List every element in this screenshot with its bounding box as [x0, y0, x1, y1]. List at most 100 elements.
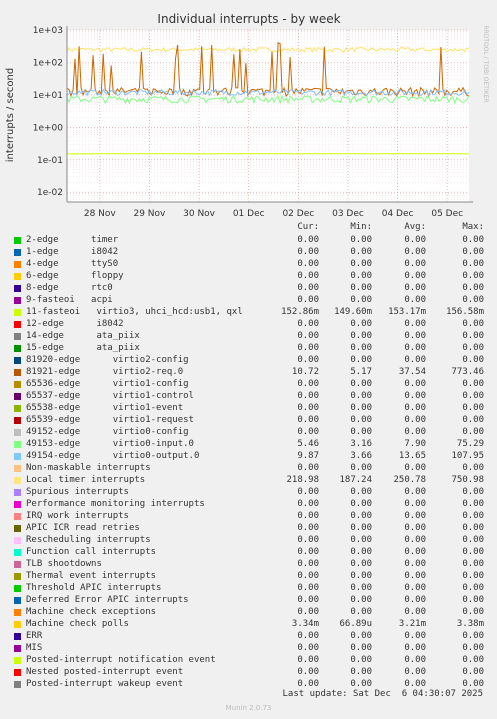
x-tick-label: 01 Dec: [233, 209, 265, 219]
legend-value: 0.00: [350, 547, 372, 557]
legend-value: 0.00: [404, 499, 426, 509]
legend-value: 0.00: [462, 319, 484, 329]
legend-value: 0.00: [404, 259, 426, 269]
legend-swatch: [14, 573, 21, 580]
legend-value: 0.00: [404, 295, 426, 305]
legend-value: 5.46: [297, 439, 319, 449]
legend-value: 0.00: [350, 259, 372, 269]
legend-value: 0.00: [350, 655, 372, 665]
legend-value: 0.00: [462, 583, 484, 593]
legend-value: 0.00: [297, 571, 319, 581]
legend-row: Machine check exceptions 0.00 0.00 0.00 0.00: [0, 607, 497, 619]
legend-value: 0.00: [404, 271, 426, 281]
legend-value: 0.00: [297, 379, 319, 389]
legend-value: 0.00: [462, 391, 484, 401]
legend-label: 81921-edge virtio2-req.0: [26, 367, 184, 377]
legend-row: 65536-edge virtio1-config 0.00 0.00 0.00 0.0…: [0, 379, 497, 391]
legend-value: 66.89u: [339, 619, 372, 629]
legend-label: Function call interrupts: [26, 547, 157, 557]
legend-value: 0.00: [404, 487, 426, 497]
legend-value: 0.00: [297, 331, 319, 341]
legend-swatch: [14, 237, 21, 244]
legend-value: 0.00: [297, 295, 319, 305]
legend-value: 0.00: [350, 427, 372, 437]
legend-row: Rescheduling interrupts 0.00 0.00 0.00 0.00: [0, 535, 497, 547]
legend-value: 7.90: [404, 439, 426, 449]
legend-value: 0.00: [350, 559, 372, 569]
legend-value: 0.00: [404, 463, 426, 473]
legend-value: 0.00: [350, 235, 372, 245]
legend-value: 0.00: [404, 355, 426, 365]
legend-label: 65539-edge virtio1-request: [26, 415, 194, 425]
legend-row: 15-edge ata_piix 0.00 0.00 0.00 0.00: [0, 343, 497, 355]
legend-swatch: [14, 285, 21, 292]
legend-value: 218.98: [286, 475, 319, 485]
legend-swatch: [14, 273, 21, 280]
legend-label: 1-edge i8042: [26, 247, 119, 257]
legend-value: 0.00: [462, 415, 484, 425]
legend-value: 0.00: [297, 499, 319, 509]
legend-value: 0.00: [462, 343, 484, 353]
legend-value: 0.00: [297, 271, 319, 281]
legend-swatch: [14, 441, 21, 448]
legend-value: 0.00: [404, 283, 426, 293]
legend-value: 0.00: [462, 403, 484, 413]
legend-label: 49152-edge virtio0-config: [26, 427, 189, 437]
legend-label: MIS: [26, 643, 43, 653]
legend-swatch: [14, 501, 21, 508]
plot-area: [67, 30, 469, 202]
legend-value: 0.00: [462, 379, 484, 389]
legend-value: 0.00: [350, 511, 372, 521]
legend-label: ERR: [26, 631, 43, 641]
legend-label: 8-edge rtc0: [26, 283, 113, 293]
legend-value: 0.00: [404, 571, 426, 581]
legend-value: 0.00: [350, 523, 372, 533]
legend-value: 0.00: [350, 331, 372, 341]
legend-swatch: [14, 309, 21, 316]
legend-value: 0.00: [404, 343, 426, 353]
x-tick-label: 28 Nov: [84, 209, 117, 219]
legend-label: APIC ICR read retries: [26, 523, 140, 533]
legend-swatch: [14, 609, 21, 616]
legend-value: 0.00: [462, 499, 484, 509]
legend-swatch: [14, 249, 21, 256]
x-tick-label: 02 Dec: [282, 209, 314, 219]
legend-row: ERR 0.00 0.00 0.00 0.00: [0, 631, 497, 643]
legend-row: 1-edge i8042 0.00 0.00 0.00 0.00: [0, 247, 497, 259]
x-tick-label: 30 Nov: [183, 209, 216, 219]
legend-row: TLB shootdowns 0.00 0.00 0.00 0.00: [0, 559, 497, 571]
legend-value: 0.00: [462, 631, 484, 641]
legend-value: 0.00: [404, 655, 426, 665]
legend-value: 0.00: [297, 463, 319, 473]
legend-row: Deferred Error APIC interrupts 0.00 0.00 0.…: [0, 595, 497, 607]
legend-value: 0.00: [404, 415, 426, 425]
legend-swatch: [14, 453, 21, 460]
legend-value: 9.87: [297, 451, 319, 461]
legend-value: 0.00: [404, 247, 426, 257]
legend-value: 0.00: [462, 655, 484, 665]
legend-value: 0.00: [297, 607, 319, 617]
y-axis-label: interrupts / second: [5, 68, 16, 162]
legend-value: 773.46: [451, 367, 484, 377]
legend-value: 0.00: [350, 607, 372, 617]
legend-value: 0.00: [462, 523, 484, 533]
legend-row: 65538-edge virtio1-event 0.00 0.00 0.00 0.00: [0, 403, 497, 415]
legend-value: 0.00: [297, 487, 319, 497]
legend-row: Posted-interrupt notification event 0.00 0…: [0, 655, 497, 667]
legend-label: Thermal event interrupts: [26, 571, 157, 581]
legend-value: 0.00: [462, 643, 484, 653]
legend-label: Machine check exceptions: [26, 607, 157, 617]
legend-label: Spurious interrupts: [26, 487, 129, 497]
legend-label: 6-edge floppy: [26, 271, 124, 281]
legend-swatch: [14, 345, 21, 352]
legend-value: 5.17: [350, 367, 372, 377]
legend-row: 65537-edge virtio1-control 0.00 0.00 0.00 0.…: [0, 391, 497, 403]
legend-value: 0.00: [462, 295, 484, 305]
legend-value: 0.00: [297, 415, 319, 425]
munin-version: Munin 2.0.73: [225, 704, 272, 712]
legend-value: 0.00: [462, 331, 484, 341]
legend-value: 0.00: [297, 583, 319, 593]
legend-swatch: [14, 417, 21, 424]
legend-value: 0.00: [404, 595, 426, 605]
legend-swatch: [14, 669, 21, 676]
